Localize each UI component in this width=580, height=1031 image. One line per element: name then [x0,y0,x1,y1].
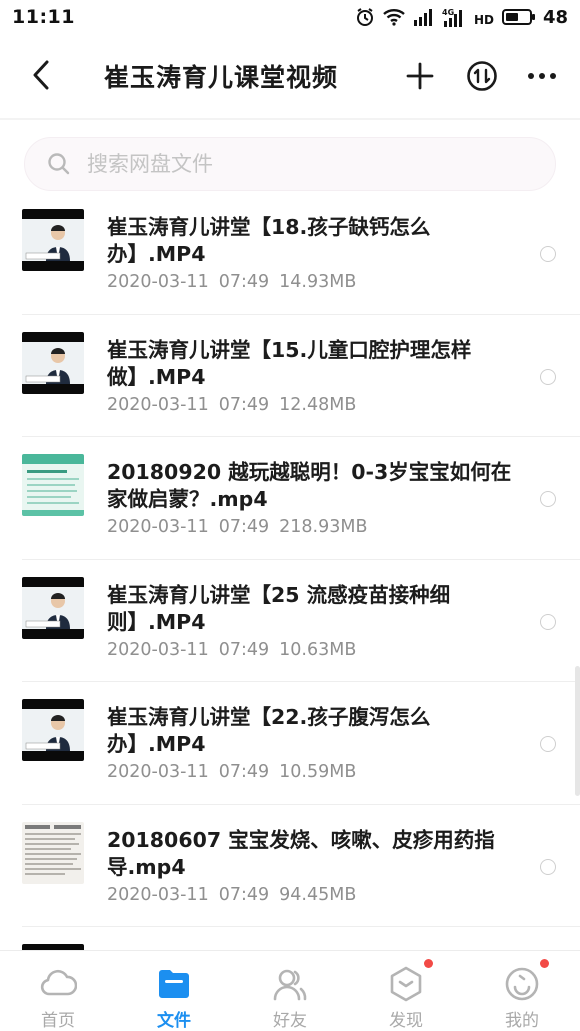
file-name: 20180607 宝宝发烧、咳嗽、皮疹用药指导.mp4 [107,827,495,879]
status-icons: 4G HD 48 [355,7,568,28]
select-radio[interactable] [540,858,556,875]
hd-label: HD [474,13,494,27]
file-name: 崔玉涛育儿讲堂【15.儿童口腔护理怎样做】.MP4 [107,337,472,389]
file-time: 07:49 [218,272,270,292]
file-size: 10.63MB [279,639,357,660]
folder-icon [155,965,193,1002]
add-button[interactable] [400,56,440,96]
notification-badge [540,959,549,968]
header-divider [0,118,580,120]
file-time: 07:49 [218,884,270,905]
status-bar: 11:11 4G HD 48 [0,0,580,34]
file-date: 2020-03-11 [107,639,209,660]
file-name: 20180920 越玩越聪明！0-3岁宝宝如何在家做启蒙？.mp4 [107,460,512,511]
select-radio[interactable] [540,613,556,630]
file-date: 2020-03-11 [107,884,209,905]
nav-label: 我的 [505,1011,539,1031]
profile-icon [503,965,541,1002]
search-icon [48,153,70,175]
file-row[interactable]: 崔玉涛育儿讲堂【25 流感疫苗接种细则】.MP4 2020-03-11 07:49… [0,560,580,682]
notification-badge [424,959,433,968]
file-time: 07:49 [218,394,270,415]
signal-4g-icon: 4G [442,7,466,27]
nav-label: 首页 [41,1011,75,1031]
friends-icon [271,965,309,1002]
file-size: 94.45MB [279,884,357,905]
back-button[interactable] [24,58,58,92]
video-thumbnail [22,576,84,639]
file-time: 07:49 [218,762,270,782]
video-thumbnail [22,454,84,516]
file-size: 12.48MB [279,394,357,415]
scrollbar[interactable] [575,666,580,796]
back-arrow-icon [33,60,49,90]
file-meta: 2020-03-11 07:49 14.93MB [107,272,356,292]
file-row[interactable]: 崔玉涛育儿讲堂【22.孩子腹泻怎么办】.MP4 2020-03-11 07:49 1… [0,682,580,805]
file-row[interactable]: 崔玉涛育儿讲堂【18.孩子缺钙怎么办】.MP4 2020-03-11 07:49 1… [0,192,580,315]
select-radio[interactable] [540,491,556,507]
search-input[interactable] [87,152,507,176]
file-time: 07:49 [218,639,270,660]
file-date: 2020-03-11 [107,517,209,537]
file-time: 07:49 [218,517,270,537]
file-row[interactable]: 20180920 越玩越聪明！0-3岁宝宝如何在家做启蒙？.mp4 2020-0… [0,437,580,560]
video-thumbnail [22,331,84,394]
file-name: 崔玉涛育儿讲堂【18.孩子缺钙怎么办】.MP4 [107,215,431,266]
discover-icon [387,965,425,1002]
status-time: 11:11 [12,6,75,28]
nav-item-profile[interactable]: 我的 [464,951,580,1031]
app-header: 崔玉涛育儿课堂视频 [0,40,580,112]
nav-label: 好友 [273,1011,307,1031]
nav-item-files[interactable]: 文件 [116,951,232,1031]
nav-label: 文件 [157,1011,191,1031]
wifi-icon [382,7,406,27]
file-size: 14.93MB [279,272,357,292]
more-button[interactable] [522,56,562,96]
search-box[interactable] [24,137,556,191]
file-meta: 2020-03-11 07:49 10.59MB [107,762,356,782]
sort-button[interactable] [462,56,502,96]
hd-icon: HD [473,7,495,27]
select-radio[interactable] [540,368,556,385]
file-meta: 2020-03-11 07:49 10.63MB [107,640,356,660]
cloud-icon [39,965,77,1002]
file-meta: 2020-03-11 07:49 218.93MB [107,517,367,537]
select-radio[interactable] [540,246,556,262]
file-date: 2020-03-11 [107,762,209,782]
bottom-nav: 首页 文件 好友 发现 我的 [0,950,580,1031]
file-list: 崔玉涛育儿讲堂【18.孩子缺钙怎么办】.MP4 2020-03-11 07:49 1… [0,192,580,987]
file-meta: 2020-03-11 07:49 94.45MB [107,885,356,905]
alarm-icon [355,7,375,27]
nav-item-discover[interactable]: 发现 [348,951,464,1031]
battery-level: 48 [542,6,568,28]
nav-item-friends[interactable]: 好友 [232,951,348,1031]
file-size: 10.59MB [279,762,357,782]
sort-icon [467,61,497,91]
file-meta: 2020-03-11 07:49 12.48MB [107,395,356,415]
file-row[interactable]: 崔玉涛育儿讲堂【15.儿童口腔护理怎样做】.MP4 2020-03-11 07:4… [0,315,580,437]
battery-icon [501,8,536,26]
video-thumbnail [22,821,84,884]
file-name: 崔玉涛育儿讲堂【22.孩子腹泻怎么办】.MP4 [107,705,431,756]
nav-label: 发现 [389,1011,423,1031]
signal-icon [413,8,435,26]
file-date: 2020-03-11 [107,272,209,292]
file-size: 218.93MB [279,517,368,537]
page-title: 崔玉涛育儿课堂视频 [104,63,339,92]
nav-item-home[interactable]: 首页 [0,951,116,1031]
file-row[interactable]: 20180607 宝宝发烧、咳嗽、皮疹用药指导.mp4 2020-03-11 07… [0,805,580,927]
more-dots-icon [528,73,556,79]
select-radio[interactable] [540,736,556,752]
file-name: 崔玉涛育儿讲堂【25 流感疫苗接种细则】.MP4 [107,582,451,634]
video-thumbnail [22,209,84,271]
network-label: 4G [442,8,454,17]
video-thumbnail [22,699,84,761]
file-date: 2020-03-11 [107,394,209,415]
plus-icon [406,62,434,90]
